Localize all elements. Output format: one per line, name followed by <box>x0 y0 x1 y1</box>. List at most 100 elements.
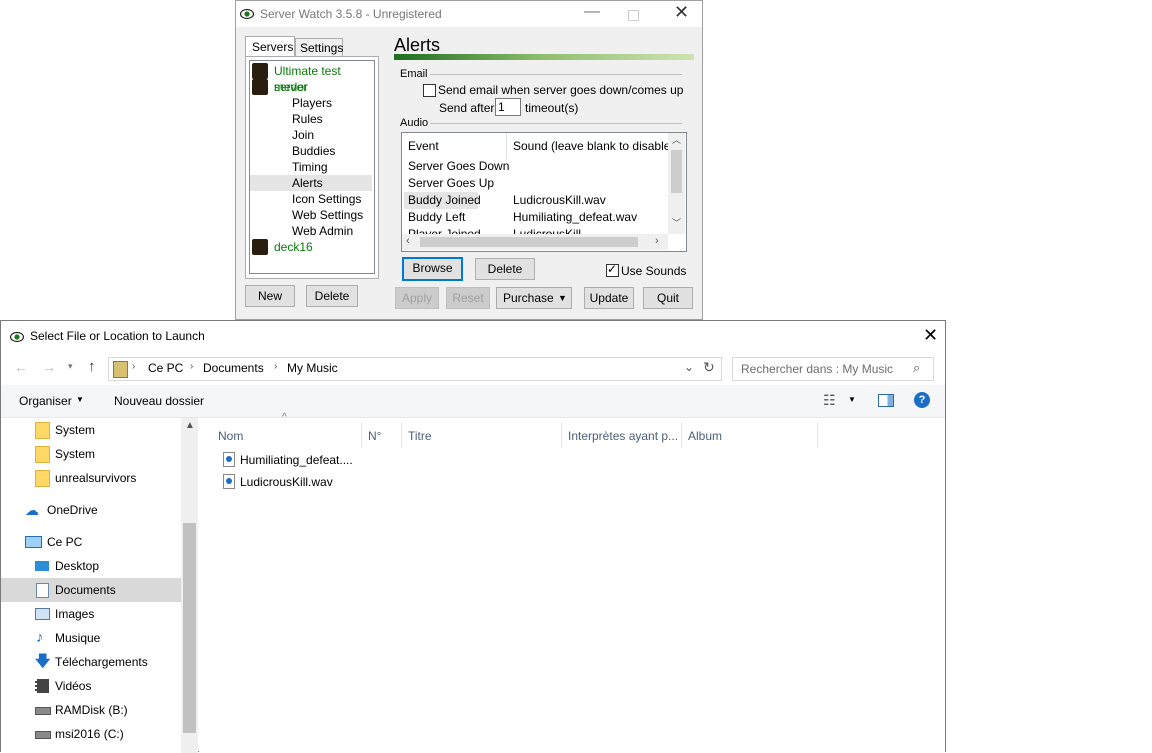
view-options-icon[interactable]: ☷ <box>823 392 836 409</box>
file-name: LudicrousKill.wav <box>240 475 333 489</box>
delete-server-button[interactable]: Delete <box>306 285 358 307</box>
use-sounds-checkbox[interactable] <box>606 262 619 277</box>
tree-item-icon-settings[interactable]: Icon Settings <box>292 191 361 207</box>
use-sounds-label: Use Sounds <box>621 264 687 278</box>
server-tree[interactable]: Ultimate test server medor Players Rules… <box>249 60 375 274</box>
tree-server-ultimate[interactable]: Ultimate test server <box>274 63 374 94</box>
column-artists[interactable]: Interprètes ayant p... <box>568 426 678 446</box>
address-dropdown-icon[interactable]: ⌄ <box>684 360 694 374</box>
grid-row-event[interactable]: Server Goes Down <box>408 158 509 175</box>
help-icon[interactable]: ? <box>914 392 930 408</box>
nav-documents[interactable]: Documents <box>1 578 181 602</box>
nav-videos[interactable]: Vidéos <box>1 674 181 698</box>
nav-folder-system[interactable]: System <box>1 442 181 466</box>
audio-disc-icon <box>226 478 232 484</box>
scroll-down-icon[interactable]: ﹀ <box>672 216 681 229</box>
tree-server-deck16[interactable]: deck16 <box>274 239 313 255</box>
search-icon[interactable]: ⌕ <box>913 360 920 376</box>
view-dropdown-icon[interactable]: ▼ <box>848 395 856 404</box>
tree-item-buddies[interactable]: Buddies <box>292 143 335 159</box>
grid-row-sound[interactable]: LudicrousKill.wav <box>513 192 606 209</box>
back-icon[interactable]: ← <box>14 359 28 375</box>
tree-item-rules[interactable]: Rules <box>292 111 323 127</box>
column-title[interactable]: Titre <box>408 426 432 446</box>
grid-row-event[interactable]: Server Goes Up <box>408 175 494 192</box>
browse-button[interactable]: Browse <box>402 257 463 281</box>
up-icon[interactable]: ↑ <box>88 358 96 375</box>
nav-downloads[interactable]: 🡇 Téléchargements <box>1 650 181 674</box>
scroll-right-icon[interactable]: › <box>655 235 659 247</box>
close-icon[interactable]: ✕ <box>923 325 938 346</box>
file-dialog-window: Select File or Location to Launch ✕ ← → … <box>0 320 946 753</box>
preview-pane-icon[interactable] <box>878 394 894 407</box>
column-separator <box>817 422 818 448</box>
navigation-pane: System System unrealsurvivors ☁ OneDrive… <box>1 418 198 753</box>
tree-item-join[interactable]: Join <box>292 127 314 143</box>
file-row[interactable]: Humiliating_defeat.... <box>217 450 377 470</box>
servers-tab-panel: Ultimate test server medor Players Rules… <box>245 56 379 279</box>
scroll-up-icon[interactable]: ▲ <box>185 420 195 431</box>
tree-item-web-admin[interactable]: Web Admin <box>292 223 353 239</box>
nav-images[interactable]: Images <box>1 602 181 626</box>
breadcrumb-documents[interactable]: Documents <box>203 361 264 375</box>
search-box[interactable]: Rechercher dans : My Music ⌕ <box>732 357 934 381</box>
quit-button[interactable]: Quit <box>643 287 693 309</box>
tab-servers[interactable]: Servers <box>245 36 295 58</box>
nav-desktop[interactable]: Desktop <box>1 554 181 578</box>
refresh-icon[interactable]: ↻ <box>703 359 715 376</box>
tree-item-players[interactable]: Players <box>292 95 332 111</box>
vertical-scroll-thumb[interactable] <box>671 150 682 193</box>
tree-item-web-settings[interactable]: Web Settings <box>292 207 363 223</box>
dialog-title: Select File or Location to Launch <box>30 329 205 343</box>
apply-button[interactable]: Apply <box>395 287 439 309</box>
organize-button[interactable]: Organiser <box>19 394 72 408</box>
breadcrumb-this-pc[interactable]: Ce PC <box>148 361 183 375</box>
tree-item-timing[interactable]: Timing <box>292 159 328 175</box>
close-icon[interactable]: ✕ <box>674 2 689 23</box>
nav-label: Téléchargements <box>55 655 148 669</box>
tab-settings[interactable]: Settings <box>295 38 343 57</box>
nav-this-pc[interactable]: Ce PC <box>1 530 181 554</box>
nav-folder-system[interactable]: System <box>1 418 181 442</box>
scroll-up-icon[interactable]: ︿ <box>672 133 681 146</box>
grid-delete-button[interactable]: Delete <box>475 258 535 280</box>
purchase-button[interactable]: Purchase ▼ <box>496 287 572 309</box>
nav-onedrive[interactable]: ☁ OneDrive <box>1 498 181 522</box>
forward-icon[interactable]: → <box>42 359 56 375</box>
audio-event-grid[interactable]: Event Sound (leave blank to disable) Ser… <box>401 132 687 252</box>
address-bar[interactable]: › Ce PC › Documents › My Music ⌄ ↻ <box>108 357 722 381</box>
nav-msi2016[interactable]: msi2016 (C:) <box>1 722 181 746</box>
horizontal-scroll-thumb[interactable] <box>420 237 638 247</box>
reset-button[interactable]: Reset <box>446 287 490 309</box>
nav-ramdisk[interactable]: RAMDisk (B:) <box>1 698 181 722</box>
maximize-icon[interactable] <box>628 10 639 21</box>
nav-folder-unrealsurvivors[interactable]: unrealsurvivors <box>1 466 181 490</box>
eye-app-icon <box>10 331 24 343</box>
server-icon <box>252 79 268 95</box>
scroll-left-icon[interactable]: ‹ <box>406 235 410 247</box>
audio-file-icon <box>223 452 235 467</box>
send-after-input[interactable] <box>495 98 521 116</box>
send-email-checkbox[interactable] <box>423 84 436 97</box>
grid-horizontal-scrollbar[interactable]: ‹ › <box>402 234 668 250</box>
nav-music[interactable]: ♪ Musique <box>1 626 181 650</box>
minimize-icon[interactable]: — <box>584 3 600 21</box>
new-button[interactable]: New <box>245 285 295 307</box>
column-name[interactable]: Nom <box>218 426 243 446</box>
recent-locations-icon[interactable]: ▾ <box>68 361 73 372</box>
grid-row-sound[interactable]: Humiliating_defeat.wav <box>513 209 637 226</box>
update-button[interactable]: Update <box>584 287 634 309</box>
grid-row-event[interactable]: Buddy Left <box>408 209 465 226</box>
file-row[interactable]: LudicrousKill.wav <box>217 472 377 492</box>
nav-scroll-thumb[interactable] <box>183 523 196 733</box>
panel-title: Alerts <box>394 35 441 55</box>
breadcrumb-my-music[interactable]: My Music <box>287 361 338 375</box>
grid-vertical-scrollbar[interactable]: ︿ ﹀ <box>668 133 685 234</box>
column-album[interactable]: Album <box>688 426 722 446</box>
tree-server-medor[interactable]: medor <box>274 79 308 95</box>
nav-scrollbar[interactable]: ▲ <box>181 418 198 753</box>
new-folder-button[interactable]: Nouveau dossier <box>114 394 204 408</box>
tree-item-alerts[interactable]: Alerts <box>292 175 323 191</box>
grid-row-event[interactable]: Buddy Joined <box>408 192 481 209</box>
column-number[interactable]: N° <box>368 426 381 446</box>
